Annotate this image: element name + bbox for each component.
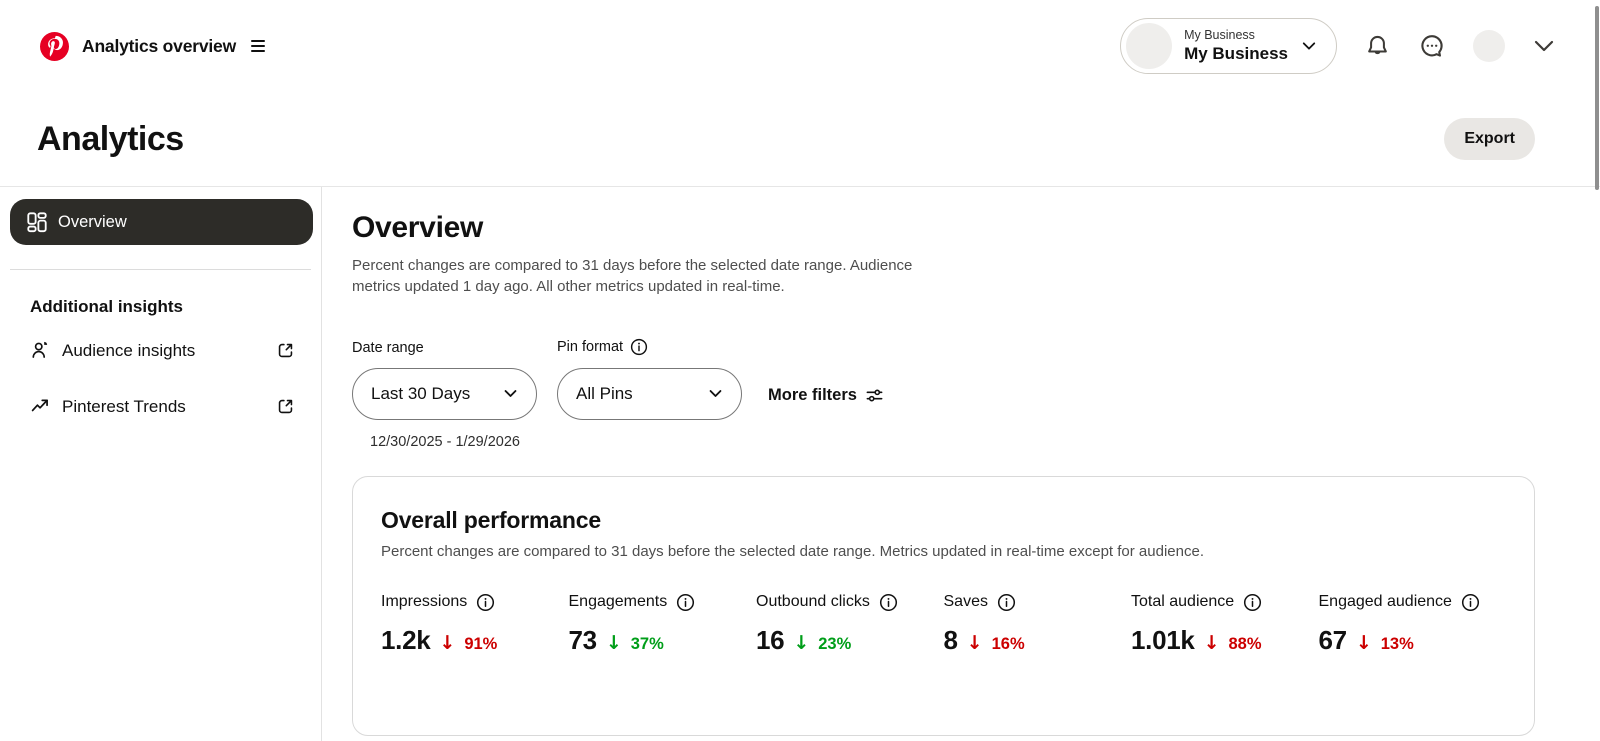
metric-value: 1.2k (381, 624, 431, 655)
filters-row: Date range Last 30 Days Pin format All P… (352, 338, 1535, 420)
sidebar-item-overview[interactable]: Overview (10, 199, 313, 245)
metric-change: 23% (818, 634, 852, 653)
date-range-group: Date range Last 30 Days (352, 340, 537, 420)
pin-format-label: Pin format (557, 338, 624, 355)
sidebar-item-label: Audience insights (62, 340, 196, 360)
account-menu-button[interactable] (1532, 34, 1556, 58)
trends-icon (30, 396, 52, 417)
top-bar: Analytics overview My Business My Busine… (0, 0, 1600, 92)
app-title: Analytics overview (82, 35, 236, 56)
chevron-down-icon (1534, 40, 1554, 52)
sidebar: Overview Additional insights Audience in… (0, 187, 322, 741)
info-icon[interactable] (630, 338, 648, 356)
metric-label: Saves (943, 593, 988, 611)
top-bar-left: Analytics overview (40, 31, 265, 61)
account-name: My Business (1184, 44, 1288, 64)
metric-change: 16% (991, 634, 1025, 653)
date-range-caption: 12/30/2025 - 1/29/2026 (370, 433, 520, 450)
audience-icon (30, 340, 52, 361)
overview-description: Percent changes are compared to 31 days … (352, 257, 913, 296)
sidebar-item-audience-insights[interactable]: Audience insights (0, 328, 321, 373)
menu-icon[interactable] (250, 40, 265, 52)
user-avatar[interactable] (1473, 30, 1505, 62)
bell-icon (1368, 35, 1387, 54)
filter-sliders-icon (866, 389, 883, 402)
scrollbar-thumb[interactable] (1595, 6, 1599, 190)
metric-label: Impressions (381, 593, 468, 611)
info-icon[interactable] (476, 593, 495, 612)
notifications-button[interactable] (1364, 33, 1391, 60)
metric-arrow-icon: ↓ (1355, 631, 1372, 654)
metric-value: 67 (1318, 624, 1348, 655)
messages-button[interactable] (1418, 32, 1446, 60)
account-eyebrow: My Business (1184, 27, 1255, 42)
sidebar-section-heading: Additional insights (30, 297, 183, 316)
external-link-icon (276, 341, 295, 360)
pinterest-analytics-page: Analytics overview My Business My Busine… (0, 0, 1600, 741)
sidebar-divider (10, 269, 311, 270)
external-link-icon (276, 397, 295, 416)
account-switcher[interactable]: My Business My Business (1120, 18, 1337, 74)
chevron-down-icon (1302, 42, 1316, 50)
date-range-label: Date range (352, 339, 424, 356)
metric-arrow-icon: ↓ (439, 631, 456, 654)
card-title: Overall performance (381, 506, 601, 533)
metric-change: 13% (1380, 634, 1414, 653)
metric-column: Impressions 1.2k ↓ 91% (381, 593, 569, 656)
info-icon[interactable] (676, 593, 695, 612)
content-area: Overview Additional insights Audience in… (0, 186, 1600, 741)
metric-value: 16 (756, 624, 785, 655)
info-icon[interactable] (997, 593, 1016, 612)
metric-arrow-icon: ↓ (1203, 631, 1220, 654)
account-texts: My Business My Business (1184, 28, 1288, 65)
page-title: Analytics (37, 119, 184, 158)
main-panel: Overview Percent changes are compared to… (322, 187, 1600, 741)
metric-column: Saves 8 ↓ 16% (944, 593, 1132, 656)
export-button[interactable]: Export (1444, 118, 1535, 160)
metrics-row: Impressions 1.2k ↓ 91% Engagements 73 ↓ … (381, 593, 1506, 656)
overview-heading: Overview (352, 211, 484, 244)
metric-arrow-icon: ↓ (793, 631, 810, 654)
metric-label: Engaged audience (1318, 593, 1452, 611)
metric-column: Total audience 1.01k ↓ 88% (1131, 593, 1319, 656)
pin-format-dropdown[interactable]: All Pins (557, 367, 742, 420)
metric-arrow-icon: ↓ (605, 631, 622, 654)
sidebar-item-label: Overview (58, 212, 127, 231)
metric-value: 73 (568, 624, 598, 655)
overview-grid-icon (27, 212, 47, 233)
business-avatar (1126, 23, 1173, 69)
info-icon[interactable] (1461, 593, 1480, 612)
metric-value: 1.01k (1131, 624, 1195, 655)
pinterest-logo-icon[interactable] (40, 31, 69, 61)
date-range-value: Last 30 Days (371, 383, 471, 403)
date-range-dropdown[interactable]: Last 30 Days (352, 367, 537, 420)
metric-change: 37% (630, 634, 664, 653)
chevron-down-icon (709, 390, 722, 397)
metric-column: Engaged audience 67 ↓ 13% (1319, 593, 1507, 656)
metric-label: Total audience (1131, 593, 1235, 611)
top-bar-right: My Business My Business (1120, 18, 1556, 74)
more-filters-button[interactable]: More filters (768, 386, 884, 405)
metric-change: 91% (464, 634, 498, 653)
metric-column: Outbound clicks 16 ↓ 23% (756, 593, 944, 656)
sidebar-item-label: Pinterest Trends (62, 396, 186, 416)
card-subtitle: Percent changes are compared to 31 days … (381, 542, 1204, 560)
metric-arrow-icon: ↓ (966, 631, 983, 654)
more-filters-label: More filters (768, 385, 857, 404)
chevron-down-icon (504, 390, 517, 397)
info-icon[interactable] (879, 593, 898, 612)
sidebar-item-pinterest-trends[interactable]: Pinterest Trends (0, 384, 321, 429)
chat-bubble-icon (1421, 35, 1443, 57)
metric-column: Engagements 73 ↓ 37% (569, 593, 757, 656)
pin-format-value: All Pins (576, 383, 633, 403)
pin-format-group: Pin format All Pins (557, 338, 742, 420)
metric-value: 8 (943, 624, 958, 655)
info-icon[interactable] (1243, 593, 1262, 612)
metric-label: Outbound clicks (756, 593, 870, 611)
metric-change: 88% (1228, 634, 1262, 653)
metric-label: Engagements (568, 593, 668, 611)
overall-performance-card: Overall performance Percent changes are … (352, 475, 1535, 736)
page-header: Analytics Export (0, 92, 1600, 186)
